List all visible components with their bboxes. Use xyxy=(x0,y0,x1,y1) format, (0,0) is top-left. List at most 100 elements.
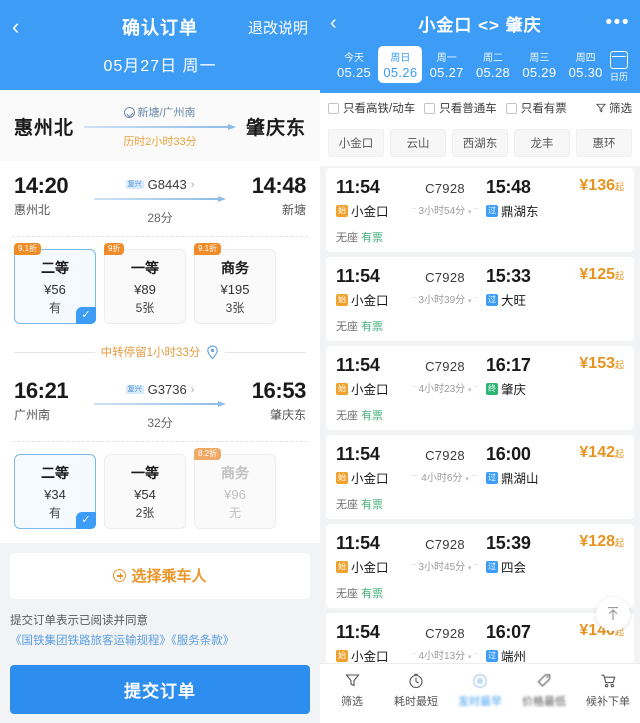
seat-option[interactable]: 一等 ¥54 2张 xyxy=(104,454,186,529)
filter-button[interactable]: 筛选 xyxy=(596,100,632,116)
duration-label: 4小时6分 ▾ xyxy=(418,469,472,484)
train-number: C7928 xyxy=(425,181,465,196)
arrival-block: 15:39 过 四会 xyxy=(486,533,564,576)
scroll-to-top-button[interactable] xyxy=(596,597,630,631)
table-row[interactable]: 11:54 始 小金口 C7928 3小时39分 ▾ 15:33 过 大旺 ¥1… xyxy=(326,257,634,341)
leg-1-duration: 28分 xyxy=(147,211,173,225)
bottom-nav-earliest[interactable]: 发时最早 xyxy=(448,671,512,709)
seat-class-label: 商务 xyxy=(221,260,249,276)
seat-class-label: 一等 xyxy=(131,260,159,276)
train-middle: C7928 4小时13分 ▾ xyxy=(404,622,486,663)
arrival-time: 16:07 xyxy=(486,622,531,642)
route-arrow-icon xyxy=(84,123,236,131)
departure-time: 11:54 xyxy=(336,533,380,553)
table-row[interactable]: 11:54 始 小金口 C7928 3小时45分 ▾ 15:39 过 四会 ¥1… xyxy=(326,524,634,608)
date-tab[interactable]: 周三 05.29 xyxy=(517,46,561,83)
arrow-up-icon xyxy=(608,607,618,620)
caret-down-icon: ▾ xyxy=(465,476,469,483)
arrival-station-name: 大旺 xyxy=(501,294,527,308)
date-tab[interactable]: 周四 05.30 xyxy=(564,46,608,83)
station-chip-row: 小金口 云山 西湖东 龙丰 惠环 xyxy=(320,123,640,166)
leg-2-train-number-row[interactable]: 复兴 G3736 › xyxy=(90,382,230,397)
seat-option[interactable]: 9折 一等 ¥89 5张 xyxy=(104,243,186,324)
status-badge: 无座 有票 xyxy=(336,407,624,423)
seat-status: 无座 xyxy=(336,232,358,244)
arrival-time: 15:39 xyxy=(486,533,531,553)
seat-price: ¥56 xyxy=(44,282,66,297)
seat-option[interactable]: 二等 ¥34 有 ✓ xyxy=(14,454,96,529)
calendar-button[interactable]: 日历 xyxy=(609,51,628,83)
train-number: C7928 xyxy=(425,448,465,463)
duration-label: 3小时45分 ▾ xyxy=(415,558,475,573)
terms-link-service[interactable]: 《服务条款》 xyxy=(171,635,234,647)
station-chip[interactable]: 云山 xyxy=(390,129,446,157)
station-chip[interactable]: 小金口 xyxy=(328,129,384,157)
leg-2-arrival: 16:53 肇庆东 xyxy=(230,378,307,423)
leg-1-train-number-row[interactable]: 复兴 G8443 › xyxy=(90,177,230,192)
start-station-badge-icon: 始 xyxy=(336,471,348,484)
departure-block: 11:54 始 小金口 xyxy=(336,622,404,663)
duration-wrap: 3小时39分 ▾ xyxy=(404,290,486,308)
submit-order-button[interactable]: 提交订单 xyxy=(10,665,310,715)
table-row[interactable]: 11:54 始 小金口 C7928 3小时54分 ▾ 15:48 过 鼎湖东 ¥… xyxy=(326,168,634,252)
station-chip[interactable]: 惠环 xyxy=(576,129,632,157)
departure-station-name: 小金口 xyxy=(351,472,389,486)
search-header: ‹ 小金口 <> 肇庆 ••• 今天 05.25 周日 05.26 周一 05.… xyxy=(320,0,640,93)
table-row[interactable]: 11:54 始 小金口 C7928 4小时23分 ▾ 16:17 终 肇庆 ¥1… xyxy=(326,346,634,430)
terms-link-regulations[interactable]: 《国铁集团铁路旅客运输规程》 xyxy=(10,635,171,647)
duration-label: 4小时23分 ▾ xyxy=(415,380,475,395)
table-row[interactable]: 11:54 始 小金口 C7928 4小时13分 ▾ 16:07 过 端州 ¥1… xyxy=(326,613,634,663)
station-chip[interactable]: 西湖东 xyxy=(452,129,508,157)
bottom-nav-waitlist-order[interactable]: 候补下单 xyxy=(576,671,640,709)
arrival-station-name: 四会 xyxy=(501,561,527,575)
bottom-nav-filter[interactable]: 筛选 xyxy=(320,671,384,709)
departure-time: 11:54 xyxy=(336,266,380,286)
bottom-nav-lowest-price[interactable]: 价格最低 xyxy=(512,671,576,709)
leg-1-train-info[interactable]: 复兴 G8443 › 28分 xyxy=(90,173,230,226)
bottom-nav-label: 价格最低 xyxy=(522,696,566,708)
train-result-list[interactable]: 11:54 始 小金口 C7928 3小时54分 ▾ 15:48 过 鼎湖东 ¥… xyxy=(320,168,640,663)
checkbox-available[interactable]: 只看有票 xyxy=(505,100,567,116)
train-row-main: 11:54 始 小金口 C7928 4小时23分 ▾ 16:17 终 肇庆 ¥1… xyxy=(336,355,624,398)
price-value: ¥128起 xyxy=(579,533,624,550)
station-chip[interactable]: 龙丰 xyxy=(514,129,570,157)
arrival-block: 15:33 过 大旺 xyxy=(486,266,564,309)
leg-2-train-info[interactable]: 复兴 G3736 › 32分 xyxy=(90,378,230,431)
plus-circle-icon xyxy=(113,569,127,582)
date-tab[interactable]: 今天 05.25 xyxy=(332,46,376,83)
refund-policy-link[interactable]: 退改说明 xyxy=(248,17,308,38)
arrival-station: 过 鼎湖山 xyxy=(486,468,564,487)
duration-wrap: 4小时6分 ▾ xyxy=(404,468,486,486)
select-passenger-button[interactable]: 选择乘车人 xyxy=(10,553,310,599)
train-row-main: 11:54 始 小金口 C7928 3小时45分 ▾ 15:39 过 四会 ¥1… xyxy=(336,533,624,576)
date-value: 05.30 xyxy=(568,65,603,80)
checkbox-label: 只看高铁/动车 xyxy=(343,103,416,115)
departure-station-name: 小金口 xyxy=(351,650,389,663)
tag-icon xyxy=(512,671,576,690)
departure-block: 11:54 始 小金口 xyxy=(336,266,404,309)
train-type-icon: 复兴 xyxy=(125,179,144,190)
train-row-main: 11:54 始 小金口 C7928 3小时39分 ▾ 15:33 过 大旺 ¥1… xyxy=(336,266,624,309)
more-dots-icon[interactable]: ••• xyxy=(606,13,630,33)
table-row[interactable]: 11:54 始 小金口 C7928 4小时6分 ▾ 16:00 过 鼎湖山 ¥1… xyxy=(326,435,634,519)
location-pin-icon xyxy=(206,344,219,360)
arrival-station-name: 端州 xyxy=(501,650,527,663)
seat-status: 无座 xyxy=(336,321,358,333)
arrival-station: 过 大旺 xyxy=(486,290,564,309)
arrival-block: 15:48 过 鼎湖东 xyxy=(486,177,564,220)
date-tab[interactable]: 周二 05.28 xyxy=(471,46,515,83)
checkbox-highspeed[interactable]: 只看高铁/动车 xyxy=(328,100,415,116)
seat-option[interactable]: 9.1折 二等 ¥56 有 ✓ xyxy=(14,243,96,324)
price-value: ¥125起 xyxy=(579,266,624,283)
date-tab-selected[interactable]: 周日 05.26 xyxy=(378,46,423,83)
caret-down-icon: ▾ xyxy=(467,654,472,661)
ticket-status: 有票 xyxy=(361,410,384,422)
date-tab[interactable]: 周一 05.27 xyxy=(425,46,469,83)
checkbox-normal[interactable]: 只看普通车 xyxy=(424,100,497,116)
duration-label: 3小时54分 ▾ xyxy=(415,202,475,217)
seat-option[interactable]: 9.1折 商务 ¥195 3张 xyxy=(194,243,276,324)
leg-2-dep-station: 广州南 xyxy=(14,408,51,422)
seat-status: 无座 xyxy=(336,410,358,422)
date-value: 05.25 xyxy=(337,65,372,80)
bottom-nav-shortest[interactable]: 耗时最短 xyxy=(384,671,448,709)
